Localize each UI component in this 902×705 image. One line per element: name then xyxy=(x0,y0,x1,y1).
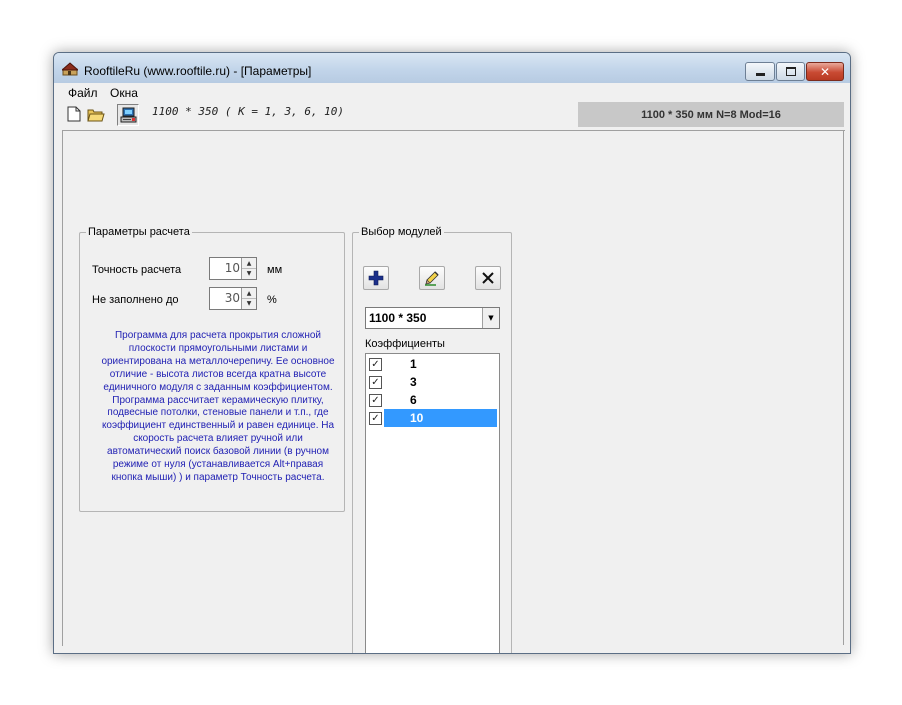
fill-label: Не заполнено до xyxy=(92,294,179,306)
precision-spinner[interactable]: 10 ▲ ▼ xyxy=(209,257,257,280)
new-file-button[interactable] xyxy=(64,104,84,124)
calc-params-group: Параметры расчета Точность расчета 10 ▲ … xyxy=(79,226,345,512)
precision-unit: мм xyxy=(267,264,283,276)
open-file-button[interactable] xyxy=(86,104,106,124)
chevron-down-icon: ▼ xyxy=(488,314,494,322)
module-selection-group: Выбор модулей 1100 * 350 ▼ Коэффициенты … xyxy=(352,226,512,653)
minimize-button[interactable] xyxy=(745,62,775,81)
list-item-selected[interactable]: ✓ 10 xyxy=(366,409,499,427)
arrow-up-icon: ▲ xyxy=(246,259,252,267)
close-icon: ✕ xyxy=(819,64,831,79)
list-item-label: 10 xyxy=(384,409,497,427)
client-right-border xyxy=(843,130,844,645)
calc-params-legend: Параметры расчета xyxy=(88,226,190,238)
add-module-button[interactable] xyxy=(363,266,389,290)
module-select-dropdown-button[interactable]: ▼ xyxy=(482,308,499,328)
arrow-down-icon: ▼ xyxy=(246,269,252,277)
status-panel: 1100 * 350 мм N=8 Mod=16 xyxy=(578,102,844,127)
client-area: Параметры расчета Точность расчета 10 ▲ … xyxy=(62,130,845,653)
computer-icon xyxy=(120,107,136,122)
fill-spinner[interactable]: 30 ▲ ▼ xyxy=(209,287,257,310)
list-item[interactable]: ✓ 6 xyxy=(366,391,499,409)
list-item[interactable]: ✓ 1 xyxy=(366,355,499,373)
fill-value[interactable]: 30 xyxy=(210,288,242,309)
coefficients-list[interactable]: ✓ 1 ✓ 3 ✓ 6 ✓ 10 xyxy=(365,353,500,653)
menu-windows[interactable]: Окна xyxy=(110,86,138,100)
coefficients-label: Коэффициенты xyxy=(365,338,445,350)
delete-icon xyxy=(482,272,494,284)
maximize-button[interactable] xyxy=(776,62,805,81)
module-info-text: 1100 * 350 ( K = 1, 3, 6, 10) xyxy=(152,105,345,118)
toolbar: 1100 * 350 ( K = 1, 3, 6, 10) 1100 * 350… xyxy=(62,101,844,129)
new-file-icon xyxy=(67,106,81,122)
arrow-up-icon: ▲ xyxy=(246,289,252,297)
list-item[interactable]: ✓ 3 xyxy=(366,373,499,391)
delete-module-button[interactable] xyxy=(475,266,501,290)
menu-bar: Файл Окна xyxy=(62,83,844,101)
coef-6-checkbox[interactable]: ✓ xyxy=(369,394,382,407)
maximize-icon xyxy=(785,67,796,76)
app-icon xyxy=(62,62,78,76)
minimize-icon xyxy=(755,73,765,76)
title-bar[interactable]: RooftileRu (www.rooftile.ru) - [Параметр… xyxy=(54,53,850,83)
list-item-label: 6 xyxy=(410,393,417,407)
arrow-down-icon: ▼ xyxy=(246,299,252,307)
menu-file[interactable]: Файл xyxy=(68,86,98,100)
pencil-icon xyxy=(425,271,439,286)
list-item-label: 3 xyxy=(410,375,417,389)
precision-label: Точность расчета xyxy=(92,264,182,276)
precision-value[interactable]: 10 xyxy=(210,258,242,279)
list-item-label: 1 xyxy=(410,357,417,371)
window-title: RooftileRu (www.rooftile.ru) - [Параметр… xyxy=(84,64,312,78)
program-description: Программа для расчета прокрытия сложной … xyxy=(101,330,335,483)
open-folder-icon xyxy=(87,109,105,121)
coef-10-checkbox[interactable]: ✓ xyxy=(369,412,382,425)
close-window-button[interactable]: ✕ xyxy=(806,62,844,81)
coef-1-checkbox[interactable]: ✓ xyxy=(369,358,382,371)
parameters-button[interactable] xyxy=(117,104,139,126)
precision-down-button[interactable]: ▼ xyxy=(242,268,256,278)
fill-unit: % xyxy=(267,294,277,306)
module-select-value: 1100 * 350 xyxy=(369,311,427,325)
app-window: RooftileRu (www.rooftile.ru) - [Параметр… xyxy=(53,52,851,654)
fill-down-button[interactable]: ▼ xyxy=(242,298,256,308)
module-selection-legend: Выбор модулей xyxy=(361,226,442,238)
plus-icon xyxy=(368,270,384,286)
coef-3-checkbox[interactable]: ✓ xyxy=(369,376,382,389)
edit-module-button[interactable] xyxy=(419,266,445,290)
module-select[interactable]: 1100 * 350 ▼ xyxy=(365,307,500,329)
